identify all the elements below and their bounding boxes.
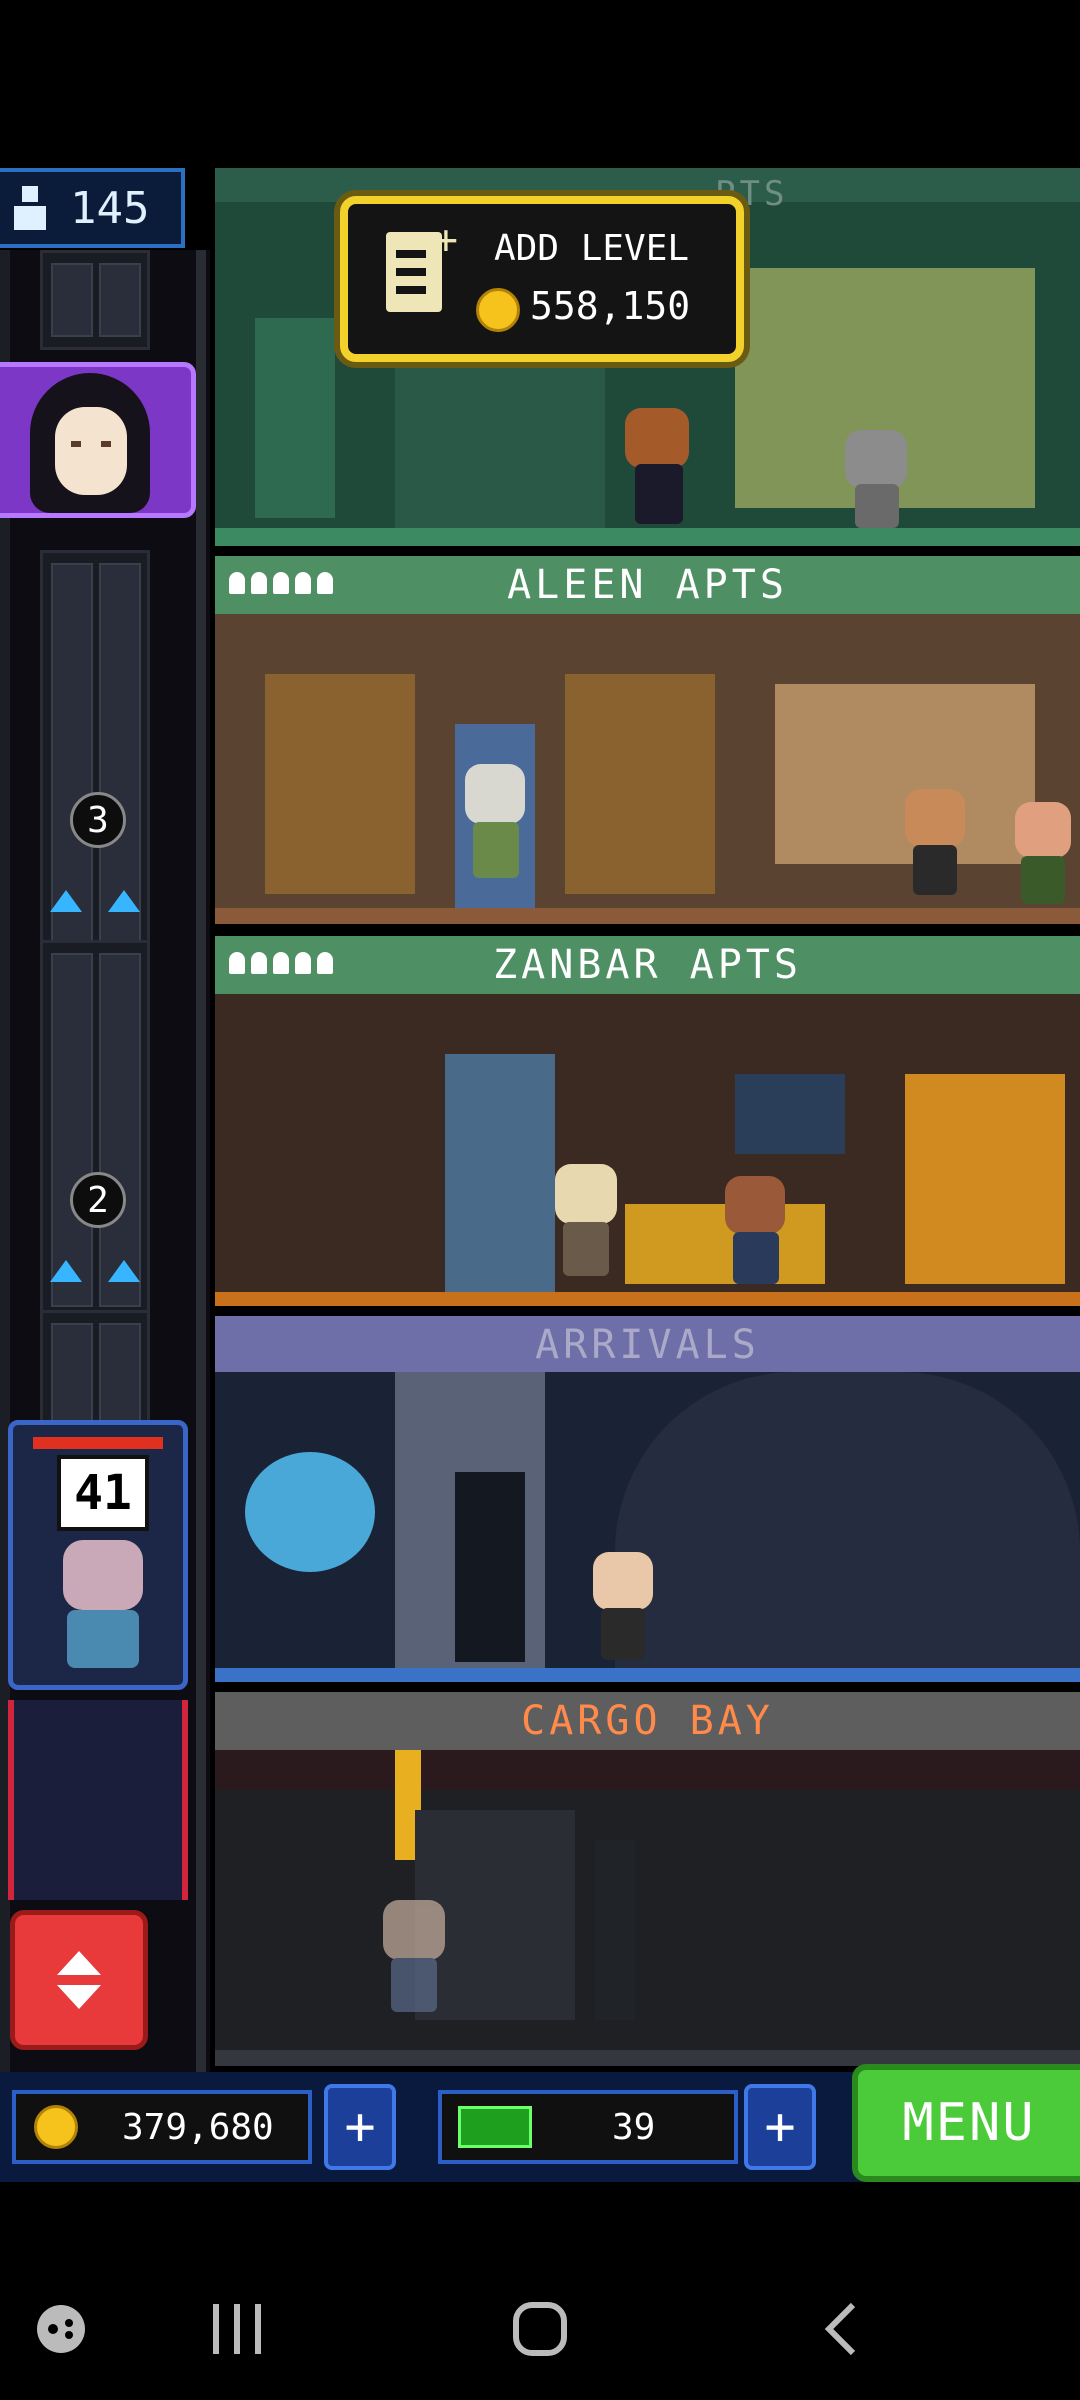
coins-display: 379,680 [12,2090,312,2164]
person-icon [14,186,46,230]
floor-zanbar-apts[interactable] [215,994,1080,1306]
add-level-cost: 558,150 [530,284,691,328]
elevator-control-button[interactable] [10,1910,148,2050]
back-icon[interactable] [806,2294,876,2364]
plus-icon: + [344,2097,376,2157]
floor-label-cargo-bay: CARGO BAY [215,1692,1080,1750]
add-level-title: ADD LEVEL [494,228,690,269]
floor-cargo-bay[interactable] [215,1750,1080,2066]
vip-avatar[interactable] [0,362,196,518]
bux-display: 39 [438,2090,738,2164]
floor-label-zanbar: ZANBAR APTS [215,936,1080,994]
population-counter[interactable]: 145 [0,168,185,248]
buy-coins-button[interactable]: + [324,2084,396,2170]
system-nav-bar [0,2258,1080,2400]
game-launcher-icon[interactable] [26,2294,96,2364]
resident-slots-icon [229,952,333,974]
buy-bux-button[interactable]: + [744,2084,816,2170]
lower-shaft [8,1700,188,1900]
up-down-arrows-icon [57,1951,101,2009]
recent-apps-icon[interactable] [202,2294,272,2364]
add-level-button[interactable]: + ADD LEVEL 558,150 [340,196,744,362]
coin-icon [34,2105,78,2149]
floor-label-aleen: ALEEN APTS [215,556,1080,614]
floor-badge: 2 [70,1172,126,1228]
bux-value: 39 [612,2106,656,2148]
home-icon[interactable] [505,2294,575,2364]
coins-value: 379,680 [122,2106,274,2148]
elevator-passenger [63,1540,143,1610]
floor-badge: 3 [70,792,126,848]
floor-arrivals[interactable] [215,1372,1080,1682]
floor-label-arrivals: ARRIVALS [215,1316,1080,1374]
population-value: 145 [70,182,150,234]
add-level-icon: + [386,220,458,312]
plus-icon: + [764,2097,796,2157]
resident-slots-icon [229,572,333,594]
floor-aleen-apts[interactable] [215,614,1080,924]
bux-icon [458,2106,532,2148]
elevator-passenger-count: 41 [57,1455,149,1531]
menu-button[interactable]: MENU [852,2064,1080,2182]
coin-icon [476,288,520,332]
elevator-car[interactable]: 41 [8,1420,188,1690]
